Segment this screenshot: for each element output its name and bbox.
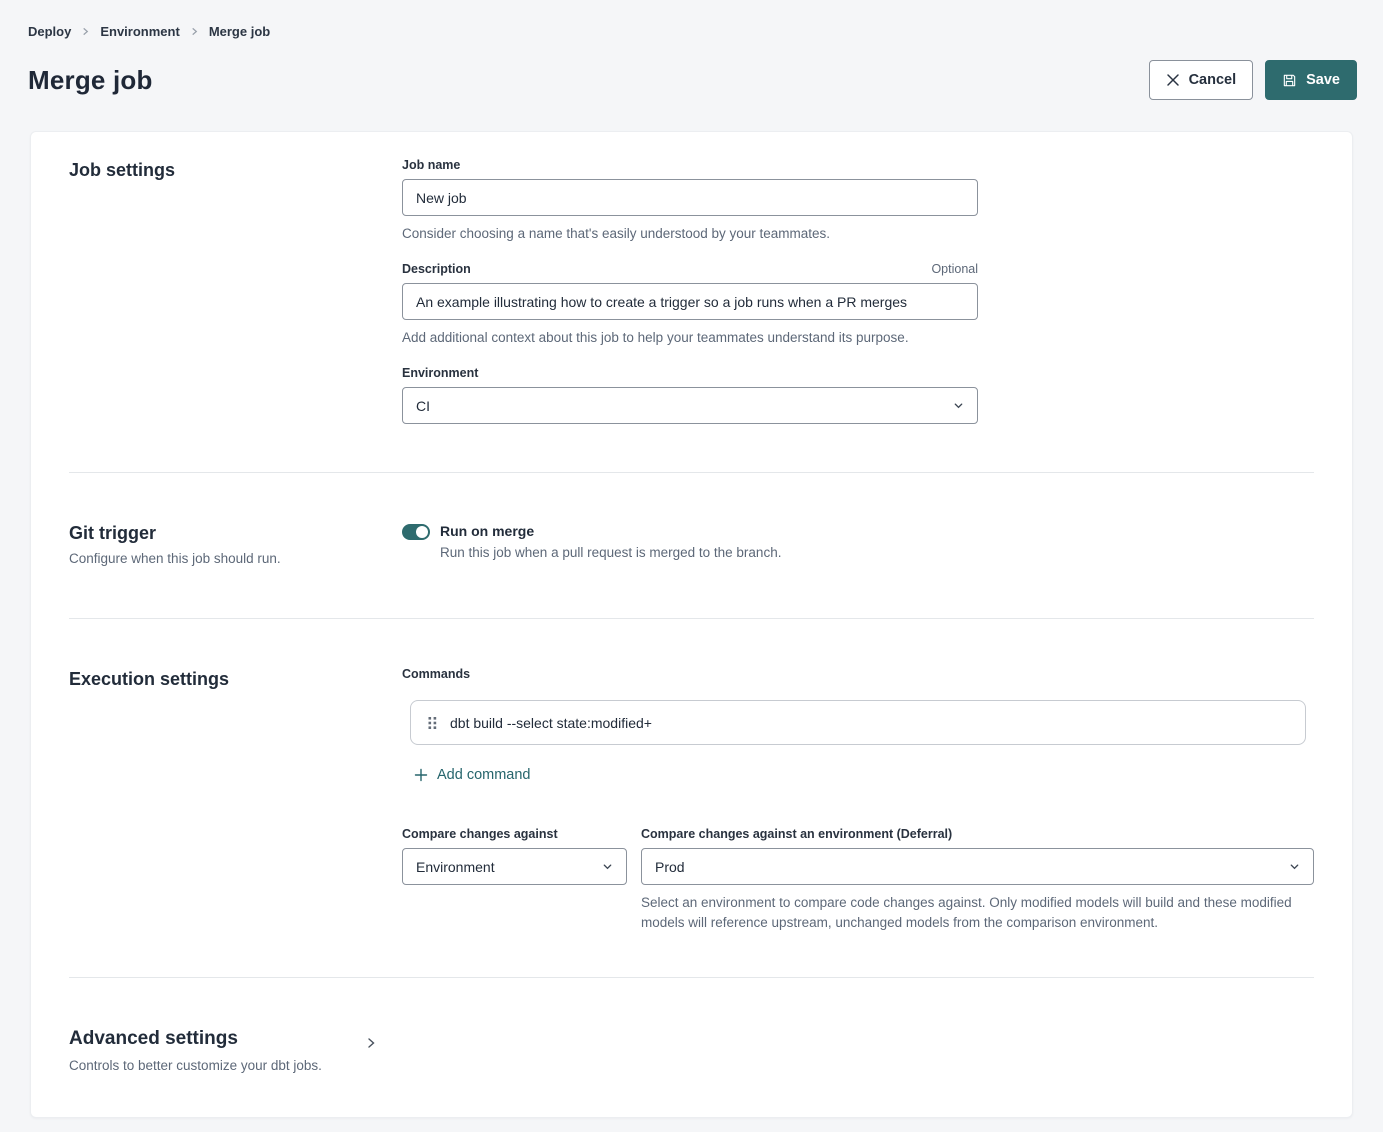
job-name-input[interactable]	[402, 179, 978, 216]
description-optional-badge: Optional	[931, 262, 978, 276]
environment-label: Environment	[402, 366, 478, 381]
run-on-merge-description: Run this job when a pull request is merg…	[440, 544, 781, 562]
add-command-button[interactable]: Add command	[414, 767, 531, 783]
chevron-down-icon	[1289, 861, 1300, 872]
breadcrumb-chevron-icon	[81, 27, 90, 36]
breadcrumb: Deploy Environment Merge job	[28, 24, 1357, 39]
toggle-knob	[416, 526, 428, 538]
description-input[interactable]	[402, 283, 978, 320]
run-on-merge-row: Run on merge Run this job when a pull re…	[402, 523, 1314, 562]
environment-field-group: Environment CI	[402, 366, 978, 424]
description-field-group: Description Optional Add additional cont…	[402, 262, 978, 348]
section-execution-settings: Execution settings Commands dbt build --…	[31, 619, 1352, 977]
job-name-helper: Consider choosing a name that's easily u…	[402, 224, 978, 244]
breadcrumb-deploy[interactable]: Deploy	[28, 24, 71, 39]
compare-changes-select[interactable]: Environment	[402, 848, 627, 885]
save-button-label: Save	[1306, 72, 1340, 88]
compare-changes-value: Environment	[416, 859, 495, 875]
breadcrumb-environment[interactable]: Environment	[100, 24, 179, 39]
deferral-value: Prod	[655, 859, 685, 875]
page-title: Merge job	[28, 65, 153, 96]
section-job-settings: Job settings Job name Consider choosing …	[31, 132, 1352, 472]
advanced-settings-heading: Advanced settings	[69, 1026, 365, 1052]
deferral-helper: Select an environment to compare code ch…	[641, 893, 1296, 933]
description-helper: Add additional context about this job to…	[402, 328, 978, 348]
cancel-button-label: Cancel	[1189, 72, 1237, 88]
job-settings-card: Job settings Job name Consider choosing …	[30, 131, 1353, 1118]
job-name-label: Job name	[402, 158, 460, 173]
drag-handle-icon[interactable]	[428, 716, 437, 730]
breadcrumb-chevron-icon	[190, 27, 199, 36]
commands-label: Commands	[402, 667, 1314, 682]
save-icon	[1282, 73, 1297, 88]
environment-select[interactable]: CI	[402, 387, 978, 424]
git-trigger-heading: Git trigger	[69, 521, 402, 545]
title-row: Merge job Cancel Save	[28, 60, 1357, 100]
close-icon	[1166, 73, 1180, 87]
job-name-field-group: Job name Consider choosing a name that's…	[402, 158, 978, 244]
job-settings-heading: Job settings	[69, 158, 402, 182]
header-actions: Cancel Save	[1149, 60, 1357, 100]
compare-row: Compare changes against Environment Comp…	[402, 827, 1314, 933]
section-advanced-settings: Advanced settings Controls to better cus…	[31, 978, 1352, 1117]
run-on-merge-label: Run on merge	[440, 523, 781, 540]
breadcrumb-merge-job: Merge job	[209, 24, 270, 39]
topbar: Deploy Environment Merge job Merge job C…	[0, 0, 1383, 100]
run-on-merge-toggle[interactable]	[402, 524, 430, 540]
deferral-select[interactable]: Prod	[641, 848, 1314, 885]
save-button[interactable]: Save	[1265, 60, 1357, 100]
git-trigger-subheading: Configure when this job should run.	[69, 550, 402, 568]
chevron-right-icon	[365, 1037, 377, 1049]
deferral-group: Compare changes against an environment (…	[641, 827, 1314, 933]
execution-settings-heading: Execution settings	[69, 667, 402, 691]
command-row[interactable]: dbt build --select state:modified+	[410, 700, 1306, 745]
add-command-label: Add command	[437, 767, 531, 783]
advanced-settings-expand-button[interactable]	[365, 1037, 377, 1049]
section-git-trigger: Git trigger Configure when this job shou…	[31, 473, 1352, 618]
advanced-settings-subheading: Controls to better customize your dbt jo…	[69, 1057, 365, 1075]
environment-select-value: CI	[416, 398, 430, 414]
plus-icon	[414, 768, 428, 782]
cancel-button[interactable]: Cancel	[1149, 60, 1254, 100]
command-text: dbt build --select state:modified+	[450, 715, 652, 731]
chevron-down-icon	[602, 861, 613, 872]
chevron-down-icon	[953, 400, 964, 411]
compare-changes-group: Compare changes against Environment	[402, 827, 627, 933]
deferral-label: Compare changes against an environment (…	[641, 827, 1314, 842]
compare-changes-label: Compare changes against	[402, 827, 627, 842]
description-label: Description	[402, 262, 471, 277]
